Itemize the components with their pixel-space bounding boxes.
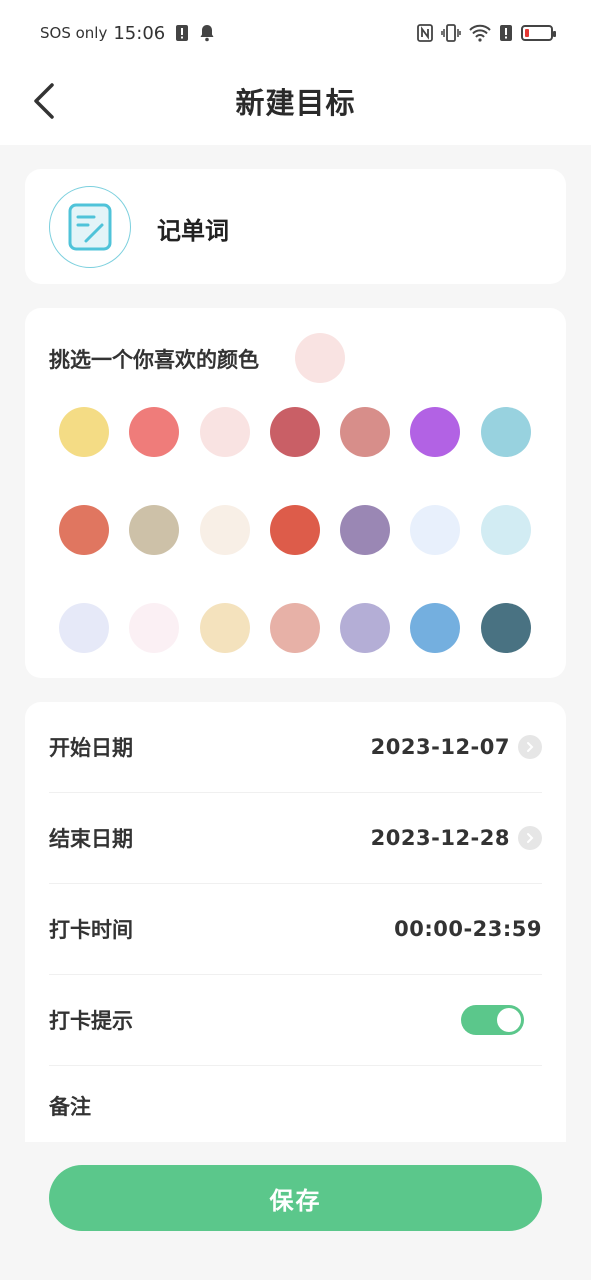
checkin-time-row[interactable]: 打卡时间 00:00-23:59	[49, 884, 542, 975]
top-bar: SOS only 15:06 新建目标	[0, 0, 591, 145]
start-date-row[interactable]: 开始日期 2023-12-07	[49, 702, 542, 793]
color-swatch[interactable]	[199, 407, 250, 457]
color-swatch[interactable]	[340, 505, 391, 555]
status-bar: SOS only 15:06	[0, 0, 591, 66]
goal-icon-button[interactable]	[49, 186, 131, 268]
note-edit-icon	[68, 203, 112, 251]
color-swatch[interactable]	[410, 603, 461, 653]
color-swatch[interactable]	[410, 407, 461, 457]
color-swatch[interactable]	[480, 603, 531, 653]
settings-card: 开始日期 2023-12-07 结束日期 2023-12-28 打卡时间 00:…	[25, 702, 566, 1142]
status-right	[417, 24, 556, 42]
end-date-value: 2023-12-28	[370, 826, 510, 850]
color-swatch[interactable]	[129, 407, 180, 457]
color-swatch[interactable]	[199, 505, 250, 555]
note-label: 备注	[49, 1095, 91, 1119]
color-picker-label: 挑选一个你喜欢的颜色	[49, 348, 259, 372]
note-row[interactable]: 备注	[49, 1066, 542, 1146]
vibrate-icon	[441, 24, 461, 42]
color-swatch-grid	[59, 407, 539, 653]
color-swatch[interactable]	[199, 603, 250, 653]
notification-bell-icon	[200, 25, 214, 42]
checkin-time-value: 00:00-23:59	[394, 917, 542, 941]
page-header: 新建目标	[0, 66, 591, 145]
chevron-right-icon	[518, 735, 542, 759]
color-swatch[interactable]	[340, 407, 391, 457]
color-swatch[interactable]	[59, 407, 109, 457]
color-swatch[interactable]	[59, 603, 109, 653]
page-title: 新建目标	[235, 86, 356, 120]
reminder-toggle[interactable]	[461, 1005, 524, 1035]
sim-alert-icon	[500, 25, 512, 41]
checkin-time-label: 打卡时间	[49, 918, 133, 942]
goal-card[interactable]: 记单词	[25, 169, 566, 284]
nfc-icon	[417, 24, 433, 42]
chevron-right-icon	[518, 826, 542, 850]
end-date-row[interactable]: 结束日期 2023-12-28	[49, 793, 542, 884]
status-time: 15:06	[113, 22, 166, 44]
color-swatch[interactable]	[480, 505, 531, 555]
goal-name: 记单词	[157, 217, 229, 245]
end-date-label: 结束日期	[49, 827, 133, 851]
color-swatch[interactable]	[129, 603, 180, 653]
color-swatch[interactable]	[269, 407, 320, 457]
color-swatch[interactable]	[410, 505, 461, 555]
start-date-value: 2023-12-07	[370, 735, 510, 759]
color-swatch[interactable]	[480, 407, 531, 457]
color-swatch[interactable]	[340, 603, 391, 653]
color-swatch[interactable]	[59, 505, 109, 555]
wifi-icon	[469, 24, 491, 42]
toggle-knob	[497, 1008, 521, 1032]
save-button[interactable]: 保存	[49, 1165, 542, 1231]
color-swatch[interactable]	[269, 603, 320, 653]
start-date-label: 开始日期	[49, 736, 133, 760]
selected-color-preview	[295, 333, 345, 383]
sim-alert-icon	[176, 25, 189, 41]
color-swatch[interactable]	[129, 505, 180, 555]
carrier-text: SOS only	[40, 24, 108, 42]
color-swatch[interactable]	[269, 505, 320, 555]
color-picker-card: 挑选一个你喜欢的颜色	[25, 308, 566, 678]
reminder-row: 打卡提示	[49, 975, 542, 1066]
reminder-label: 打卡提示	[49, 1009, 133, 1033]
battery-icon	[521, 25, 556, 41]
